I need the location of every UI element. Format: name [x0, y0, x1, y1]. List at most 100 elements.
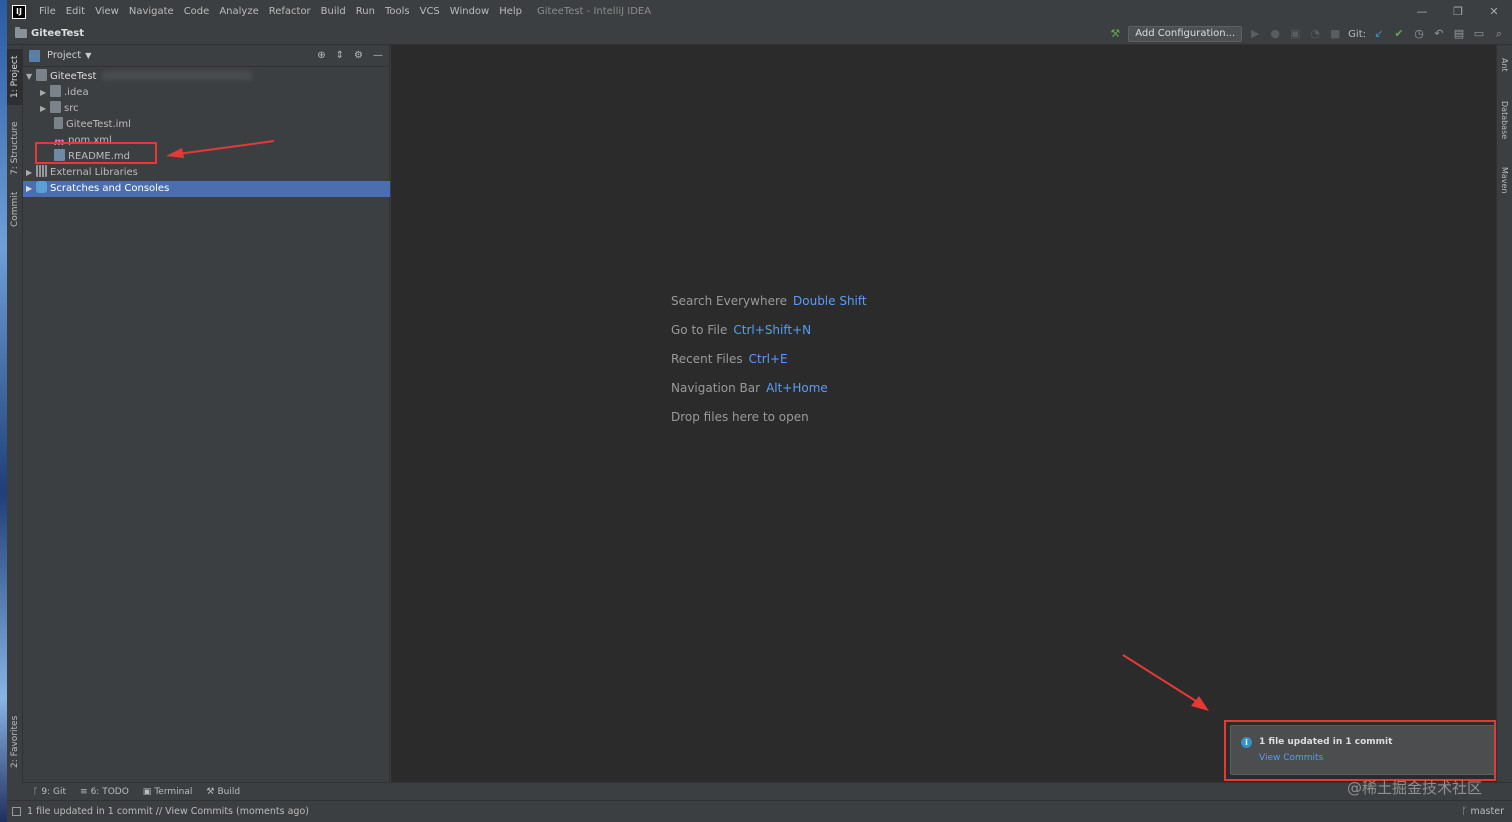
menu-analyze[interactable]: Analyze	[214, 0, 263, 23]
project-pane-header: Project ▼ ⊕ ⇕ ⚙ —	[23, 45, 389, 67]
locate-file-icon[interactable]: ⊕	[317, 50, 325, 61]
toggle-tool-windows-icon[interactable]	[12, 807, 21, 816]
tool-tab-build[interactable]: ⚒ Build	[206, 787, 240, 797]
menu-navigate[interactable]: Navigate	[124, 0, 179, 23]
status-bar: 1 file updated in 1 commit // View Commi…	[7, 800, 1512, 822]
git-label: Git:	[1348, 28, 1366, 40]
iml-file-icon	[54, 117, 63, 129]
terminal-icon: ▣	[142, 786, 152, 797]
hint-navigation-bar: Navigation Bar Alt+Home	[671, 381, 828, 395]
expand-arrow-icon[interactable]: ▶	[40, 101, 50, 117]
tool-tab-ant[interactable]: Ant	[1496, 51, 1512, 79]
tree-item-label: .idea	[64, 87, 89, 98]
expand-arrow-icon[interactable]: ▶	[40, 85, 50, 101]
project-view-icon	[29, 49, 40, 62]
folder-icon	[50, 101, 61, 113]
shortcut: Ctrl+Shift+N	[733, 323, 812, 337]
menu-help[interactable]: Help	[494, 0, 527, 23]
menu-file[interactable]: File	[34, 0, 61, 23]
annotation-arrow-notification	[1122, 654, 1209, 711]
annotation-arrow-readme	[166, 140, 275, 158]
folder-icon	[50, 85, 61, 97]
library-icon	[36, 165, 47, 177]
tool-tab-commit[interactable]: Commit	[7, 187, 23, 232]
debug-icon[interactable]: ●	[1268, 27, 1282, 41]
scratches-icon	[36, 181, 47, 193]
build-hammer-icon[interactable]: ⚒	[1108, 27, 1122, 41]
expand-arrow-icon[interactable]: ▶	[26, 181, 36, 197]
git-branch-widget[interactable]: ᚴ master	[1462, 806, 1504, 817]
project-view-label: Project	[47, 50, 82, 61]
breadcrumb[interactable]: GiteeTest	[15, 27, 84, 39]
tree-item-src[interactable]: ▶ src	[23, 101, 390, 117]
tool-tab-favorites[interactable]: 2: Favorites	[7, 709, 23, 774]
shortcut: Double Shift	[793, 294, 867, 308]
tree-item-gitee-test[interactable]: ▼ GiteeTest	[23, 69, 390, 85]
menu-refactor[interactable]: Refactor	[264, 0, 316, 23]
tool-tab-terminal[interactable]: ▣ Terminal	[143, 787, 193, 797]
menu-window[interactable]: Window	[445, 0, 494, 23]
tool-tab-project[interactable]: 1: Project	[7, 49, 23, 105]
tree-item-idea[interactable]: ▶ .idea	[23, 85, 390, 101]
coverage-icon[interactable]: ▣	[1288, 27, 1302, 41]
menu-edit[interactable]: Edit	[61, 0, 90, 23]
project-structure-icon[interactable]: ▤	[1452, 27, 1466, 41]
intellij-logo-icon: IJ	[12, 4, 26, 19]
tree-item-external-libraries[interactable]: ▶ External Libraries	[23, 165, 390, 181]
tree-item-label: GiteeTest	[50, 71, 97, 82]
presentation-mode-icon[interactable]: ▭	[1472, 27, 1486, 41]
hide-pane-icon[interactable]: —	[373, 50, 383, 61]
menu-build[interactable]: Build	[316, 0, 351, 23]
editor-area[interactable]: Search Everywhere Double Shift Go to File…	[391, 45, 1496, 782]
ide-window: IJ File Edit View Navigate Code Analyze …	[7, 0, 1512, 822]
bottom-tool-strip: ᚴ 9: Git ≡ 6: TODO ▣ Terminal ⚒ Build	[23, 782, 1512, 800]
hint-drop-files: Drop files here to open	[671, 410, 809, 424]
menu-vcs[interactable]: VCS	[415, 0, 445, 23]
shortcut: Alt+Home	[766, 381, 828, 395]
highlight-box-readme	[35, 142, 157, 164]
hint-go-to-file: Go to File Ctrl+Shift+N	[671, 323, 812, 337]
tree-item-iml[interactable]: GiteeTest.iml	[23, 117, 390, 133]
close-button[interactable]: ✕	[1476, 0, 1512, 23]
search-icon[interactable]: ⌕	[1492, 27, 1506, 41]
tool-tab-maven[interactable]: Maven	[1496, 159, 1512, 201]
git-history-icon[interactable]: ◷	[1412, 27, 1426, 41]
menu-code[interactable]: Code	[179, 0, 215, 23]
hint-recent-files: Recent Files Ctrl+E	[671, 352, 788, 366]
status-message[interactable]: 1 file updated in 1 commit // View Commi…	[27, 806, 309, 817]
run-icon[interactable]: ▶	[1248, 27, 1262, 41]
restore-button[interactable]: ❐	[1440, 0, 1476, 23]
expand-arrow-icon[interactable]: ▶	[26, 165, 36, 181]
tool-tab-todo[interactable]: ≡ 6: TODO	[80, 787, 129, 797]
tool-tab-database[interactable]: Database	[1496, 93, 1512, 147]
menu-view[interactable]: View	[90, 0, 124, 23]
shortcut: Ctrl+E	[748, 352, 788, 366]
git-update-icon[interactable]: ↙	[1372, 27, 1386, 41]
add-configuration-button[interactable]: Add Configuration...	[1128, 26, 1243, 42]
menu-run[interactable]: Run	[351, 0, 380, 23]
tool-tab-structure[interactable]: 7: Structure	[7, 117, 23, 179]
tree-item-label: Scratches and Consoles	[50, 183, 170, 194]
project-folder-icon	[15, 27, 27, 38]
stop-icon[interactable]: ■	[1328, 27, 1342, 41]
expand-arrow-icon[interactable]: ▼	[26, 69, 36, 85]
menu-bar: IJ File Edit View Navigate Code Analyze …	[7, 0, 1512, 23]
gear-icon[interactable]: ⚙	[354, 50, 363, 61]
minimize-button[interactable]: —	[1404, 0, 1440, 23]
tree-item-scratches[interactable]: ▶ Scratches and Consoles	[23, 181, 390, 197]
project-view-selector[interactable]: Project ▼	[29, 49, 91, 62]
git-rollback-icon[interactable]: ↶	[1432, 27, 1446, 41]
collapse-all-icon[interactable]: ⇕	[336, 50, 344, 61]
tool-tab-git[interactable]: ᚴ 9: Git	[33, 787, 66, 797]
navigation-bar: GiteeTest ⚒ Add Configuration... ▶ ● ▣ ◔…	[7, 23, 1512, 45]
profile-icon[interactable]: ◔	[1308, 27, 1322, 41]
tree-item-label: External Libraries	[50, 167, 138, 178]
main-toolbar: ⚒ Add Configuration... ▶ ● ▣ ◔ ■ Git: ↙ …	[1108, 23, 1506, 45]
highlight-box-notification	[1224, 720, 1496, 781]
breadcrumb-project[interactable]: GiteeTest	[31, 28, 84, 39]
redacted-path	[102, 71, 253, 80]
right-tool-strip: Ant Database Maven	[1496, 45, 1512, 782]
module-folder-icon	[36, 69, 47, 81]
git-commit-icon[interactable]: ✔	[1392, 27, 1406, 41]
menu-tools[interactable]: Tools	[380, 0, 415, 23]
